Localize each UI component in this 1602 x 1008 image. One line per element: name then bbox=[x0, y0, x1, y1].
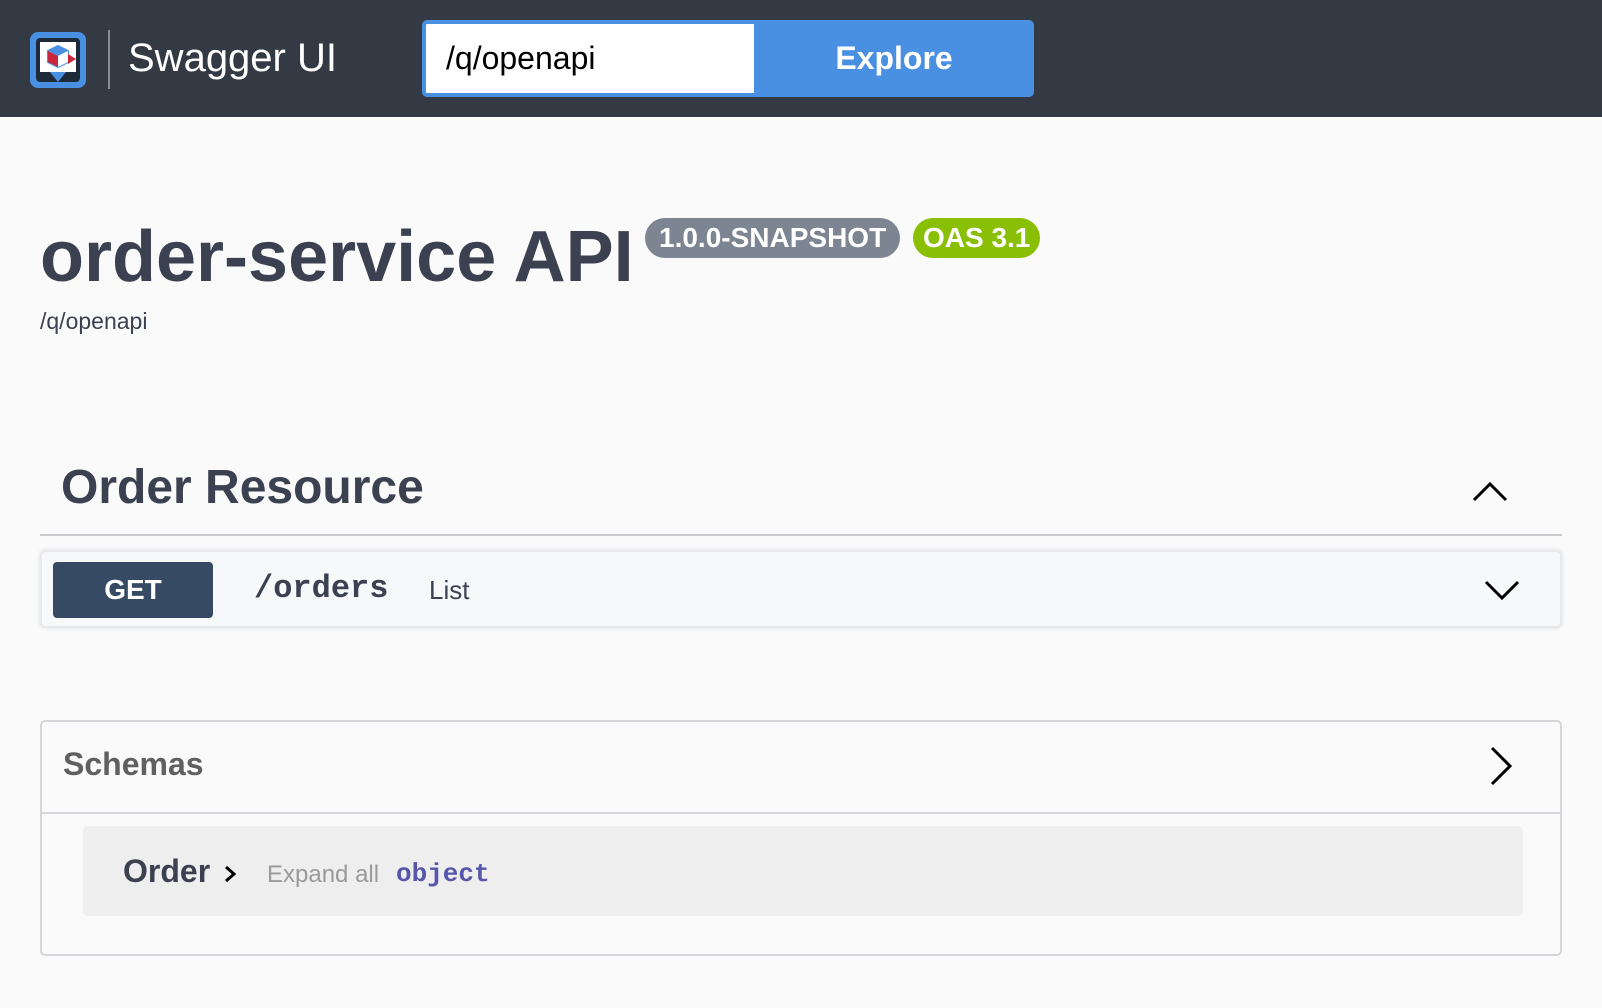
tag-title: Order Resource bbox=[61, 461, 424, 514]
logo-divider bbox=[108, 30, 110, 89]
http-method-badge: GET bbox=[53, 562, 213, 618]
model-order[interactable]: Order Expand all object bbox=[83, 826, 1523, 916]
version-badge: 1.0.0-SNAPSHOT bbox=[645, 218, 901, 258]
chevron-down-icon[interactable] bbox=[1482, 570, 1522, 610]
spec-url-link[interactable]: /q/openapi bbox=[40, 308, 147, 335]
schemas-title: Schemas bbox=[63, 746, 204, 782]
swagger-logo-icon[interactable] bbox=[28, 30, 88, 90]
chevron-right-icon[interactable] bbox=[1480, 744, 1520, 788]
operation-path: /orders bbox=[254, 570, 389, 607]
oas-version-badge: OAS 3.1 bbox=[913, 218, 1041, 258]
chevron-right-icon[interactable] bbox=[221, 862, 239, 886]
chevron-up-icon[interactable] bbox=[1470, 472, 1510, 512]
model-name: Order bbox=[123, 853, 211, 889]
model-type: object bbox=[396, 859, 490, 889]
spec-url-input[interactable] bbox=[422, 20, 754, 97]
logo-text[interactable]: Swagger UI bbox=[128, 36, 337, 81]
topbar: Swagger UI Explore bbox=[0, 0, 1602, 117]
api-title: order-service API bbox=[40, 217, 634, 297]
explore-button[interactable]: Explore bbox=[754, 20, 1034, 97]
operation-summary: List bbox=[429, 575, 470, 605]
schemas-header[interactable]: Schemas bbox=[42, 722, 1560, 814]
tag-order-resource[interactable]: Order Resource bbox=[40, 446, 1562, 536]
url-form: Explore bbox=[422, 20, 1034, 97]
operation-get-orders[interactable]: GET /orders List bbox=[40, 550, 1562, 628]
expand-all-link[interactable]: Expand all bbox=[267, 861, 379, 889]
schemas-section: Schemas Order Expand all object bbox=[40, 720, 1562, 956]
